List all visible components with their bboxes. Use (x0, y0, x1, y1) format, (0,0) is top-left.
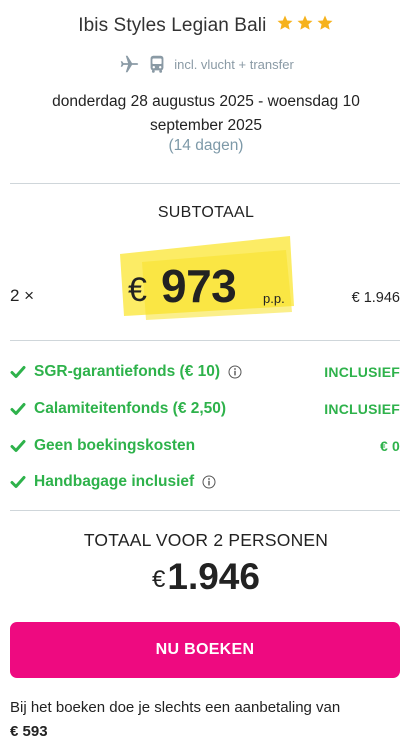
feature-label: Geen boekingskosten (34, 437, 196, 454)
total-amount: 1.946 (167, 556, 260, 597)
feature-label: Calamiteitenfonds (€ 2,50) (34, 400, 227, 417)
plane-icon (120, 55, 139, 73)
total-price: €1.946 (0, 556, 412, 598)
feature-value: € 0 (379, 438, 400, 454)
info-icon[interactable] (202, 475, 216, 489)
divider (10, 183, 400, 184)
trip-duration: (14 dagen) (168, 137, 244, 154)
star-icon (297, 15, 313, 30)
hotel-title: Ibis Styles Legian Bali (0, 14, 412, 37)
feature-row: Handbagage inclusief (10, 470, 400, 494)
check-icon (10, 440, 26, 452)
subtotal-heading: SUBTOTAAL (157, 204, 255, 221)
star-icon (277, 15, 293, 30)
check-icon (10, 476, 26, 488)
feature-value: INCLUSIEF (324, 401, 400, 417)
subtotal-amount: € 1.946 (351, 290, 400, 306)
per-person-label: p.p. (263, 291, 285, 306)
book-now-button[interactable]: NU BOEKEN (10, 622, 400, 678)
feature-row: Geen boekingskosten € 0 (10, 434, 400, 458)
bus-icon (150, 55, 164, 73)
feature-row: SGR-garantiefonds (€ 10) INCLUSIEF (10, 360, 400, 384)
trip-dates: donderdag 28 augustus 2025 - woensdag 10… (52, 93, 360, 134)
total-currency: € (152, 566, 166, 593)
info-icon[interactable] (228, 365, 242, 379)
divider (10, 340, 400, 341)
deposit-amount: € 593 (10, 723, 48, 740)
price-currency: € (128, 271, 147, 309)
quantity-label: 2 × (10, 286, 35, 305)
star-icon (317, 15, 333, 30)
hotel-name: Ibis Styles Legian Bali (78, 15, 267, 36)
transport-info: incl. vlucht + transfer (0, 53, 412, 75)
feature-label: SGR-garantiefonds (€ 10) (34, 363, 221, 380)
feature-row: Calamiteitenfonds (€ 2,50) INCLUSIEF (10, 397, 400, 421)
star-rating (276, 14, 334, 32)
feature-value: INCLUSIEF (324, 364, 400, 380)
deposit-note: Bij het boeken doe je slechts een aanbet… (10, 696, 402, 744)
check-icon (10, 366, 26, 378)
transport-text: incl. vlucht + transfer (174, 56, 294, 72)
feature-label: Handbagage inclusief (34, 473, 195, 490)
divider (10, 510, 400, 511)
price-per-person: 973 (161, 260, 237, 312)
deposit-text: Bij het boeken doe je slechts een aanbet… (10, 699, 341, 716)
check-icon (10, 403, 26, 415)
total-heading: TOTAAL VOOR 2 PERSONEN (83, 530, 329, 550)
